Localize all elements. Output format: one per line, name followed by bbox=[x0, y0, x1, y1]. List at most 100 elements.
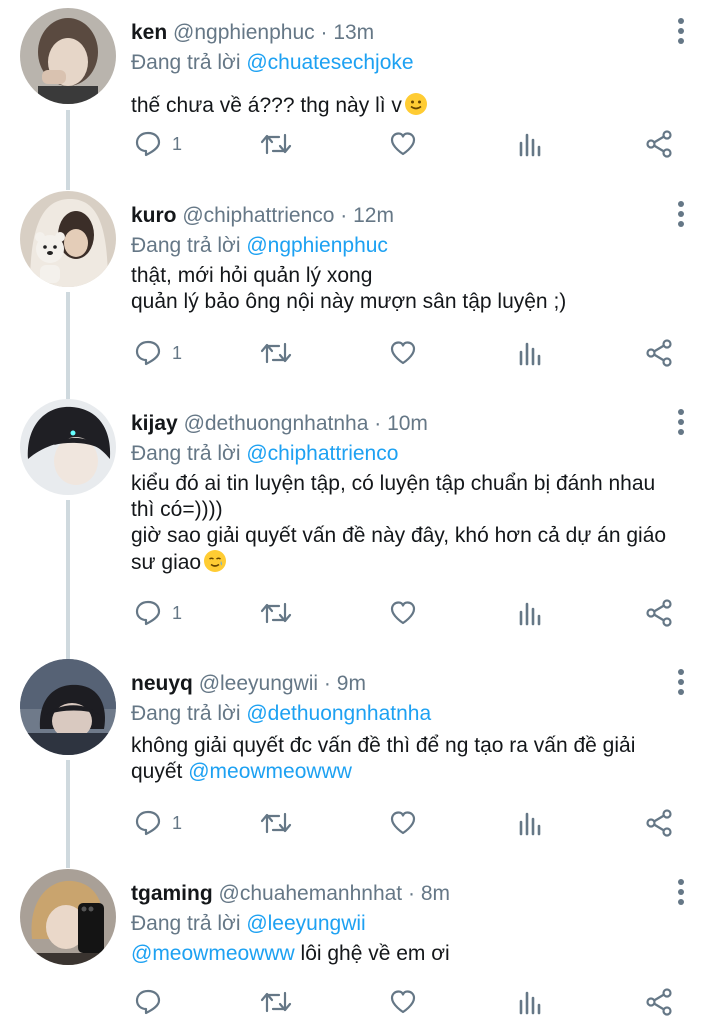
replying-to-link[interactable]: @chuatesechjoke bbox=[246, 51, 413, 74]
reply-icon bbox=[135, 810, 161, 836]
analytics-icon bbox=[519, 991, 541, 1015]
tweet-text-line: sư giao bbox=[131, 549, 691, 576]
retweet-button[interactable] bbox=[260, 593, 292, 633]
mention-link[interactable]: @meowmeowww bbox=[188, 760, 352, 783]
reply-button[interactable]: 1 bbox=[134, 803, 182, 843]
more-options-icon[interactable] bbox=[669, 14, 693, 48]
reply-icon bbox=[135, 989, 161, 1015]
slightly-smiling-face-icon bbox=[404, 93, 427, 115]
timestamp[interactable]: 12m bbox=[353, 204, 394, 227]
analytics-button[interactable] bbox=[517, 803, 545, 843]
replying-to: Đang trả lời @leeyungwii bbox=[131, 911, 366, 937]
display-name[interactable]: tgaming bbox=[131, 882, 213, 905]
tweet-text: thật, mới hỏi quản lý xong quản lý bảo ô… bbox=[131, 263, 691, 315]
retweet-icon bbox=[260, 133, 292, 155]
replying-to: Đang trả lời @dethuongnhatnha bbox=[131, 701, 431, 727]
tweet-text-line: thật, mới hỏi quản lý xong bbox=[131, 264, 373, 287]
tweet-text: kiểu đó ai tin luyện tập, có luyện tập c… bbox=[131, 471, 691, 576]
retweet-button[interactable] bbox=[260, 803, 292, 843]
tweet-text-line: @meowmeowww lôi ghệ về em ơi bbox=[131, 942, 450, 965]
tweet-actions bbox=[0, 982, 720, 1022]
analytics-icon bbox=[519, 602, 541, 626]
heart-icon bbox=[390, 132, 416, 156]
more-options-icon[interactable] bbox=[669, 405, 693, 439]
retweet-icon bbox=[260, 991, 292, 1013]
reply-icon bbox=[135, 340, 161, 366]
replying-to: Đang trả lời @chuatesechjoke bbox=[131, 50, 414, 76]
more-options-icon[interactable] bbox=[669, 875, 693, 909]
share-button[interactable] bbox=[645, 593, 673, 633]
avatar[interactable] bbox=[20, 659, 116, 755]
replying-to: Đang trả lời @chiphattrienco bbox=[131, 441, 398, 467]
reply-icon bbox=[135, 131, 161, 157]
user-handle[interactable]: @chuahemanhnhat bbox=[219, 882, 403, 905]
like-button[interactable] bbox=[389, 124, 417, 164]
tweet-text: thế chưa về á??? thg này lì v bbox=[131, 92, 691, 119]
like-button[interactable] bbox=[389, 982, 417, 1022]
like-button[interactable] bbox=[389, 803, 417, 843]
more-options-icon[interactable] bbox=[669, 197, 693, 231]
reply-button[interactable]: 1 bbox=[134, 593, 182, 633]
tweet-text: không giải quyết đc vấn đề thì để ng tạo… bbox=[131, 733, 691, 785]
analytics-button[interactable] bbox=[517, 593, 545, 633]
replying-to-link[interactable]: @leeyungwii bbox=[246, 912, 365, 935]
tweet-actions: 1 bbox=[0, 124, 720, 164]
like-button[interactable] bbox=[389, 593, 417, 633]
share-button[interactable] bbox=[645, 333, 673, 373]
tweet-text-line: quản lý bảo ông nội này mượn sân tập luy… bbox=[131, 290, 567, 313]
timestamp[interactable]: 8m bbox=[421, 882, 450, 905]
retweet-button[interactable] bbox=[260, 124, 292, 164]
analytics-button[interactable] bbox=[517, 982, 545, 1022]
separator: · bbox=[323, 672, 331, 695]
heart-icon bbox=[390, 811, 416, 835]
display-name[interactable]: kijay bbox=[131, 412, 178, 435]
reply-button[interactable]: 1 bbox=[134, 124, 182, 164]
retweet-button[interactable] bbox=[260, 333, 292, 373]
separator: · bbox=[340, 204, 348, 227]
reply-count: 1 bbox=[172, 602, 183, 623]
analytics-button[interactable] bbox=[517, 333, 545, 373]
timestamp[interactable]: 13m bbox=[333, 21, 374, 44]
tweet-actions: 1 bbox=[0, 593, 720, 633]
display-name[interactable]: ken bbox=[131, 21, 167, 44]
tweet-text-line: giờ sao giải quyết vấn đề này đây, khó h… bbox=[131, 524, 667, 547]
tweet-text-line: kiểu đó ai tin luyện tập, có luyện tập c… bbox=[131, 472, 656, 495]
share-icon bbox=[646, 809, 672, 837]
user-handle[interactable]: @ngphienphuc bbox=[173, 21, 315, 44]
avatar[interactable] bbox=[20, 399, 116, 495]
user-handle[interactable]: @chiphattrienco bbox=[182, 204, 334, 227]
avatar[interactable] bbox=[20, 869, 116, 965]
timestamp[interactable]: 10m bbox=[387, 412, 428, 435]
share-icon bbox=[646, 339, 672, 367]
share-button[interactable] bbox=[645, 803, 673, 843]
share-button[interactable] bbox=[645, 982, 673, 1022]
retweet-button[interactable] bbox=[260, 982, 292, 1022]
reply-count: 1 bbox=[172, 133, 183, 154]
reply-button[interactable]: 1 bbox=[134, 333, 182, 373]
user-handle[interactable]: @leeyungwii bbox=[199, 672, 318, 695]
analytics-button[interactable] bbox=[517, 124, 545, 164]
share-button[interactable] bbox=[645, 124, 673, 164]
replying-to-link[interactable]: @dethuongnhatnha bbox=[246, 702, 431, 725]
mention-link[interactable]: @meowmeowww bbox=[131, 942, 295, 965]
retweet-icon bbox=[260, 812, 292, 834]
replying-to-label: Đang trả lời bbox=[131, 912, 241, 935]
analytics-icon bbox=[519, 133, 541, 157]
like-button[interactable] bbox=[389, 333, 417, 373]
replying-to: Đang trả lời @ngphienphuc bbox=[131, 233, 388, 259]
timestamp[interactable]: 9m bbox=[337, 672, 366, 695]
user-handle[interactable]: @dethuongnhatnha bbox=[184, 412, 369, 435]
replying-to-link[interactable]: @chiphattrienco bbox=[246, 442, 398, 465]
reply-button[interactable] bbox=[134, 982, 162, 1022]
smiling-face-with-tear-icon bbox=[204, 550, 227, 572]
retweet-icon bbox=[260, 602, 292, 624]
more-options-icon[interactable] bbox=[669, 665, 693, 699]
replying-to-link[interactable]: @ngphienphuc bbox=[246, 234, 388, 257]
display-name[interactable]: kuro bbox=[131, 204, 177, 227]
reply-count: 1 bbox=[172, 342, 183, 363]
avatar[interactable] bbox=[20, 8, 116, 104]
replying-to-label: Đang trả lời bbox=[131, 234, 241, 257]
avatar[interactable] bbox=[20, 191, 116, 287]
display-name[interactable]: neuyq bbox=[131, 672, 193, 695]
tweet-text-line: không giải quyết đc vấn đề thì để ng tạo… bbox=[131, 734, 636, 757]
